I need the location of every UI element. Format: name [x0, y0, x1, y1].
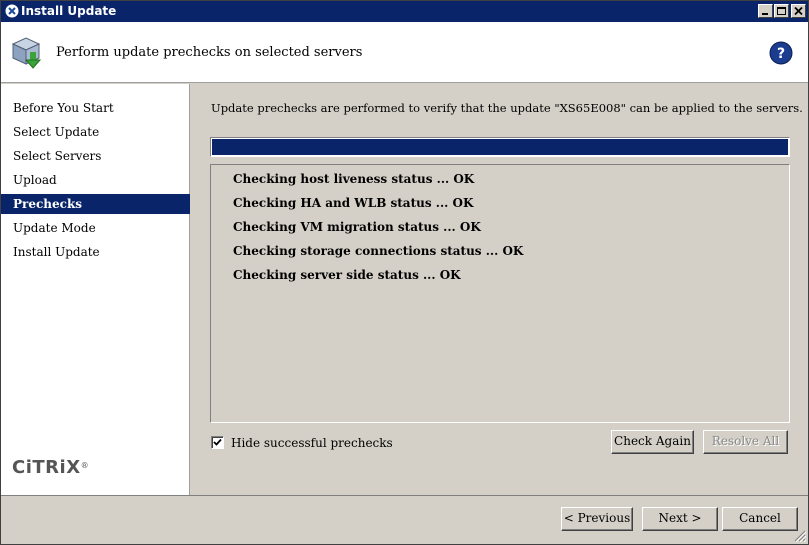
minimize-button[interactable] [758, 4, 773, 18]
install-update-window: Install Update Perform update prechecks … [0, 0, 809, 545]
svg-text:?: ? [777, 46, 785, 62]
help-icon[interactable]: ? [769, 41, 793, 65]
citrix-logo-text: CiTRiX [12, 457, 81, 478]
step-install-update[interactable]: Install Update [1, 242, 190, 262]
step-select-update[interactable]: Select Update [1, 122, 190, 142]
window-title: Install Update [21, 4, 117, 18]
next-button[interactable]: Next > [642, 507, 718, 531]
result-line: Checking host liveness status ... OK [233, 172, 475, 186]
intro-text: Update prechecks are performed to verify… [211, 101, 803, 115]
wizard-header: Perform update prechecks on selected ser… [1, 22, 808, 83]
step-update-mode[interactable]: Update Mode [1, 218, 190, 238]
wizard-steps-sidebar: Before You Start Select Update Select Se… [1, 84, 190, 495]
hide-successful-checkbox[interactable] [211, 436, 224, 449]
precheck-results-list[interactable]: Checking host liveness status ... OK Che… [210, 164, 790, 423]
app-icon [5, 4, 19, 18]
close-button[interactable] [791, 4, 806, 18]
wizard-content: Update prechecks are performed to verify… [191, 84, 808, 495]
registered-mark: ® [80, 461, 90, 470]
step-upload[interactable]: Upload [1, 170, 190, 190]
citrix-logo: CiTRiX® [12, 457, 89, 478]
title-bar[interactable]: Install Update [1, 1, 808, 22]
previous-button[interactable]: < Previous [561, 507, 633, 531]
wizard-icon [11, 37, 42, 69]
size-grip-icon[interactable] [794, 530, 806, 542]
check-again-button[interactable]: Check Again [611, 430, 694, 454]
step-prechecks[interactable]: Prechecks [1, 194, 190, 214]
hide-successful-label[interactable]: Hide successful prechecks [231, 436, 393, 450]
precheck-progress-bar [210, 137, 790, 157]
cancel-button[interactable]: Cancel [722, 507, 798, 531]
page-heading: Perform update prechecks on selected ser… [56, 45, 363, 60]
maximize-button[interactable] [774, 4, 789, 18]
maximize-icon [777, 7, 786, 15]
progress-fill [212, 139, 788, 155]
result-line: Checking storage connections status ... … [233, 244, 524, 258]
close-icon [794, 6, 803, 16]
result-line: Checking HA and WLB status ... OK [233, 196, 474, 210]
resolve-all-button[interactable]: Resolve All [703, 430, 788, 454]
minimize-icon [762, 13, 768, 15]
checkmark-icon [213, 438, 222, 446]
step-select-servers[interactable]: Select Servers [1, 146, 190, 166]
step-before-you-start[interactable]: Before You Start [1, 98, 190, 118]
footer-divider [1, 495, 808, 496]
result-line: Checking server side status ... OK [233, 268, 461, 282]
result-line: Checking VM migration status ... OK [233, 220, 481, 234]
